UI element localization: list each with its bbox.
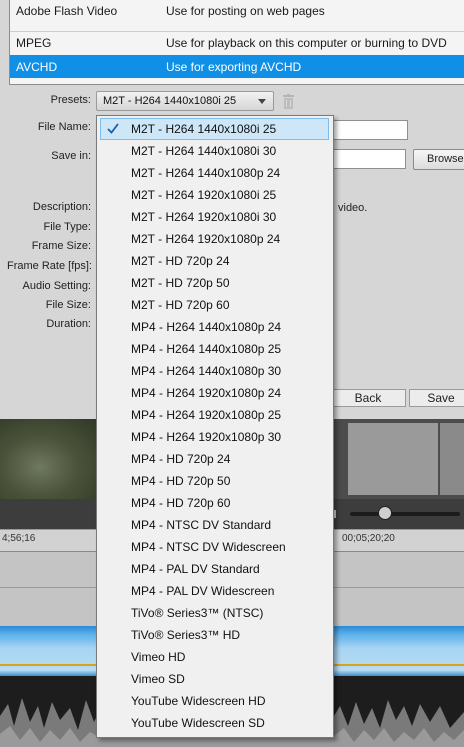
preset-option[interactable]: MP4 - H264 1920x1080p 24 [97,382,333,404]
preset-option[interactable]: MP4 - PAL DV Widescreen [97,580,333,602]
audio-setting-label: Audio Setting: [22,280,92,292]
preset-option-label: M2T - HD 720p 24 [131,254,230,268]
format-use: Use for exporting AVCHD [166,60,302,74]
preset-option[interactable]: MP4 - H264 1440x1080p 24 [97,316,333,338]
preset-option[interactable]: M2T - HD 720p 24 [97,250,333,272]
preset-option-label: YouTube Widescreen SD [131,716,265,730]
preset-option-label: MP4 - NTSC DV Standard [131,518,272,532]
preset-option[interactable]: M2T - H264 1440x1080i 30 [97,140,333,162]
preset-option-label: MP4 - H264 1440x1080p 30 [131,364,282,378]
preset-option[interactable]: M2T - H264 1440x1080p 24 [97,162,333,184]
preset-option-label: M2T - H264 1440x1080i 30 [131,144,277,158]
save-in-input[interactable] [330,149,406,169]
back-button[interactable]: Back [330,389,406,407]
preset-option-label: Vimeo HD [131,650,186,664]
preset-option-label: YouTube Widescreen HD [131,694,266,708]
monitor-panel [330,419,464,499]
format-row-mpeg[interactable]: MPEG Use for playback on this computer o… [10,31,464,54]
preset-option-label: M2T - H264 1440x1080i 25 [131,122,277,136]
chevron-down-icon [258,99,266,104]
format-row-flash[interactable]: Adobe Flash Video Use for posting on web… [10,0,464,22]
preset-option-label: M2T - HD 720p 50 [131,276,230,290]
preset-option-label: M2T - H264 1920x1080i 25 [131,188,277,202]
presets-select[interactable]: M2T - H264 1440x1080i 25 [96,91,274,111]
preset-option[interactable]: YouTube Widescreen HD [97,690,333,712]
format-row-avchd[interactable]: AVCHD Use for exporting AVCHD [10,55,464,78]
trash-icon[interactable] [282,94,295,109]
preset-dropdown: M2T - H264 1440x1080i 25 M2T - H264 1440x… [96,115,334,738]
browse-button[interactable]: Browse... [413,149,464,170]
preset-option-label: M2T - HD 720p 60 [131,298,230,312]
preset-option[interactable]: MP4 - NTSC DV Widescreen [97,536,333,558]
preset-option[interactable]: TiVo® Series3™ (NTSC) [97,602,333,624]
description-value: video. [338,202,368,214]
preset-option-label: MP4 - H264 1440x1080p 24 [131,320,282,334]
preset-option[interactable]: YouTube Widescreen SD [97,712,333,734]
preset-option-label: MP4 - HD 720p 50 [131,474,231,488]
preset-option[interactable]: TiVo® Series3™ HD [97,624,333,646]
preset-option[interactable]: MP4 - H264 1920x1080p 30 [97,426,333,448]
preset-option[interactable]: M2T - H264 1920x1080i 30 [97,206,333,228]
duration-label: Duration: [46,318,91,330]
preset-option[interactable]: MP4 - PAL DV Standard [97,558,333,580]
preset-option-label: TiVo® Series3™ (NTSC) [131,606,264,620]
save-button[interactable]: Save [409,389,464,407]
preset-option[interactable]: M2T - H264 1920x1080i 25 [97,184,333,206]
timecode-right: 00;05;20;20 [342,533,395,544]
format-use: Use for playback on this computer or bur… [166,36,447,50]
preset-option-label: MP4 - H264 1920x1080p 25 [131,408,282,422]
presets-select-value: M2T - H264 1440x1080i 25 [103,95,237,107]
preset-option[interactable]: Vimeo SD [97,668,333,690]
preset-option[interactable]: MP4 - HD 720p 24 [97,448,333,470]
preset-option[interactable]: MP4 - HD 720p 50 [97,470,333,492]
preset-option[interactable]: M2T - H264 1440x1080i 25 [100,118,329,140]
description-label: Description: [32,201,91,213]
preset-option[interactable]: M2T - HD 720p 50 [97,272,333,294]
file-type-label: File Type: [43,221,92,233]
preset-option[interactable]: MP4 - NTSC DV Standard [97,514,333,536]
preset-option[interactable]: MP4 - HD 720p 60 [97,492,333,514]
preset-option[interactable]: MP4 - H264 1920x1080p 25 [97,404,333,426]
format-name: AVCHD [16,60,58,74]
format-name: Adobe Flash Video [16,4,118,18]
preset-option-label: MP4 - NTSC DV Widescreen [131,540,286,554]
timecode-left: 4;56;16 [2,533,36,544]
preset-option[interactable]: Vimeo HD [97,646,333,668]
preset-option-label: MP4 - H264 1920x1080p 30 [131,430,282,444]
format-list: Adobe Flash Video Use for posting on web… [9,0,464,85]
preset-option-label: M2T - H264 1440x1080p 24 [131,166,281,180]
preset-option-label: TiVo® Series3™ HD [131,628,241,642]
preset-option[interactable]: M2T - H264 1920x1080p 24 [97,228,333,250]
preset-option-label: MP4 - PAL DV Widescreen [131,584,275,598]
save-in-label: Save in: [51,150,91,162]
frame-size-label: Frame Size: [31,240,91,252]
preset-option-label: M2T - H264 1920x1080i 30 [131,210,277,224]
preset-option-label: M2T - H264 1920x1080p 24 [131,232,281,246]
preset-option-label: MP4 - H264 1920x1080p 24 [131,386,282,400]
preset-option-label: Vimeo SD [131,672,185,686]
file-name-input[interactable] [330,120,408,140]
frame-rate-label: Frame Rate [fps]: [7,260,92,272]
checkmark-icon [107,123,119,134]
file-size-label: File Size: [45,299,91,311]
video-preview [0,419,100,499]
preset-option[interactable]: MP4 - H264 1440x1080p 25 [97,338,333,360]
preset-option-label: MP4 - PAL DV Standard [131,562,260,576]
zoom-slider-track[interactable] [350,512,460,516]
preset-option-label: MP4 - HD 720p 60 [131,496,231,510]
file-name-label: File Name: [37,121,91,133]
format-name: MPEG [16,36,52,50]
preset-option[interactable]: M2T - HD 720p 60 [97,294,333,316]
preset-option-label: MP4 - H264 1440x1080p 25 [131,342,282,356]
format-use: Use for posting on web pages [166,4,325,18]
preset-option[interactable]: MP4 - H264 1440x1080p 30 [97,360,333,382]
presets-label: Presets: [50,94,91,106]
zoom-slider-thumb[interactable] [378,506,392,520]
preset-option-label: MP4 - HD 720p 24 [131,452,231,466]
